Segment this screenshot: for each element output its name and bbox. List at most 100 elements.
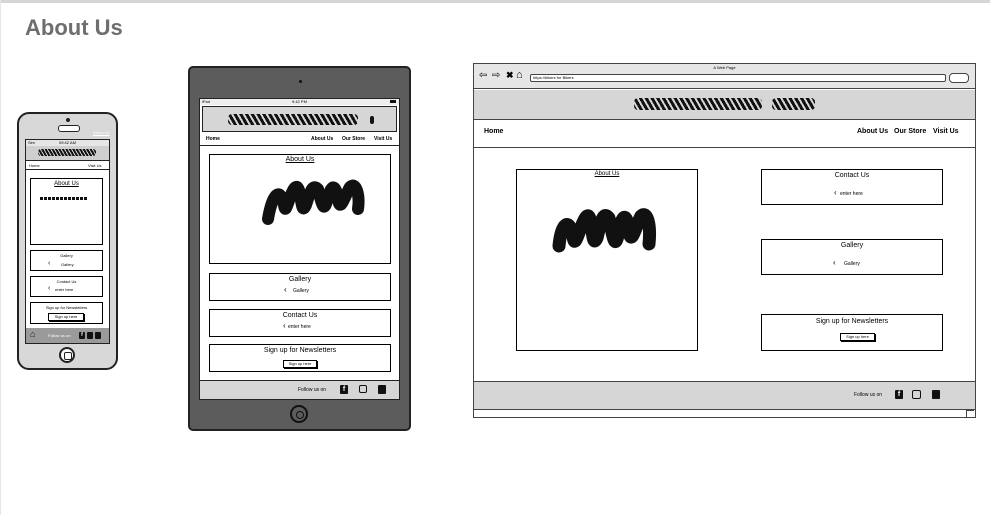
facebook-icon[interactable]: f: [340, 385, 348, 394]
browser-header-banner: [474, 90, 975, 120]
newsletter-title: Sign up for Newsletters: [45, 305, 88, 310]
nav-our-store[interactable]: Our Store: [342, 136, 365, 142]
status-carrier: Sim: [28, 140, 35, 145]
status-time: 09:42 AM: [59, 140, 76, 145]
about-scribble-image: [552, 208, 656, 253]
nav-visit-us[interactable]: Visit Us: [933, 128, 959, 135]
gallery-link[interactable]: Gallery: [293, 288, 309, 294]
tablet-mockup: iPad 9:42 PM Home About Us Our Store Vis…: [188, 66, 411, 431]
nav-home[interactable]: Home: [29, 163, 40, 168]
browser-about-card: About Us: [516, 169, 698, 351]
chevron-left-icon[interactable]: ‹: [283, 321, 286, 330]
instagram-icon[interactable]: [912, 390, 921, 399]
facebook-icon[interactable]: f: [895, 390, 903, 399]
twitter-icon[interactable]: [95, 332, 101, 339]
about-scribble: [40, 197, 88, 200]
phone-footer: ⌂ Follow us on f: [26, 328, 109, 343]
chevron-left-icon[interactable]: ‹: [284, 285, 287, 294]
gallery-title: Gallery: [840, 242, 864, 249]
phone-gallery-card: Gallery ‹ Gallery: [30, 250, 103, 271]
browser-newsletter-card: Sign up for Newsletters Sign up here: [761, 314, 943, 351]
instagram-icon[interactable]: [87, 332, 93, 339]
newsletter-button[interactable]: Sign up here: [283, 360, 317, 368]
phone-mockup: About Us Sim 09:42 AM Home Visit Us Abou…: [17, 112, 118, 370]
left-border: [0, 0, 1, 515]
tablet-footer: Follow us on f: [200, 380, 399, 399]
close-icon[interactable]: ✖: [506, 70, 514, 81]
phone-corner-link[interactable]: About Us: [93, 130, 109, 135]
phone-home-button[interactable]: [59, 347, 75, 363]
back-icon[interactable]: ⇦: [479, 70, 487, 81]
tablet-header-banner: [202, 106, 397, 132]
instagram-icon[interactable]: [359, 385, 367, 393]
status-time: 9:42 PM: [292, 99, 307, 104]
chevron-left-icon[interactable]: ‹: [833, 258, 836, 267]
twitter-icon[interactable]: [378, 385, 386, 394]
gallery-link[interactable]: Gallery: [844, 261, 860, 267]
twitter-icon[interactable]: [932, 390, 940, 399]
about-title[interactable]: About Us: [517, 171, 697, 177]
logo-scribble-end: [370, 116, 374, 124]
tablet-screen: iPad 9:42 PM Home About Us Our Store Vis…: [199, 98, 400, 400]
phone-contact-card: Contact Us ‹ enter here: [30, 276, 103, 297]
logo-scribble: [38, 149, 96, 156]
phone-about-card: About Us: [30, 178, 103, 245]
nav-visit-us[interactable]: Visit Us: [374, 136, 392, 142]
footer-text: Follow us on: [48, 333, 71, 338]
tablet-nav: Home About Us Our Store Visit Us: [200, 134, 399, 146]
newsletter-title: Sign up for Newsletters: [815, 318, 889, 325]
tablet-camera: [299, 80, 302, 83]
tablet-home-button[interactable]: [290, 405, 308, 423]
page-title: About Us: [25, 15, 123, 40]
nav-visit-us[interactable]: Visit Us: [88, 163, 101, 168]
chevron-left-icon[interactable]: ‹: [834, 188, 837, 197]
tablet-about-card: About Us: [209, 154, 391, 264]
about-title[interactable]: About Us: [210, 156, 390, 163]
nav-about-us[interactable]: About Us: [857, 128, 888, 135]
newsletter-title: Sign up for Newsletters: [263, 347, 337, 354]
nav-home[interactable]: Home: [206, 136, 220, 142]
footer-text: Follow us on: [854, 392, 883, 398]
newsletter-button[interactable]: Sign up here: [48, 313, 84, 321]
logo-scribble: [228, 114, 358, 125]
chevron-left-icon[interactable]: ‹: [48, 260, 50, 267]
browser-footer: Follow us on f: [474, 381, 975, 410]
nav-our-store[interactable]: Our Store: [894, 128, 926, 135]
url-bar[interactable]: https://bikers for Bikers: [530, 74, 946, 82]
home-icon[interactable]: ⌂: [30, 329, 35, 339]
home-icon[interactable]: ⌂: [516, 69, 523, 81]
gallery-title: Gallery: [60, 253, 73, 258]
contact-title: Contact Us: [834, 172, 870, 179]
newsletter-button[interactable]: Sign up here: [840, 333, 875, 341]
nav-about-us[interactable]: About Us: [311, 136, 333, 142]
tablet-contact-card: Contact Us ‹ enter here: [209, 309, 391, 337]
chevron-left-icon[interactable]: ‹: [48, 285, 50, 292]
tablet-newsletter-card: Sign up for Newsletters Sign up here: [209, 344, 391, 372]
battery-icon: [390, 100, 396, 103]
resize-handle[interactable]: [966, 410, 974, 417]
contact-title: Contact Us: [282, 312, 318, 319]
facebook-icon[interactable]: f: [79, 332, 85, 339]
footer-text: Follow us on: [298, 387, 327, 393]
window-title: A Web Page: [713, 65, 736, 70]
contact-link[interactable]: enter here: [55, 287, 73, 292]
browser-mockup: A Web Page ⇦ ⇨ ✖ ⌂ https://bikers for Bi…: [473, 63, 976, 418]
nav-home[interactable]: Home: [484, 128, 503, 135]
url-text: https://bikers for Bikers: [533, 75, 574, 80]
browser-contact-card: Contact Us ‹ enter here: [761, 169, 943, 205]
search-icon[interactable]: [949, 73, 969, 83]
about-title[interactable]: About Us: [31, 181, 102, 187]
contact-title: Contact Us: [56, 279, 77, 284]
phone-newsletter-card: Sign up for Newsletters Sign up here: [30, 302, 103, 324]
gallery-title: Gallery: [288, 276, 312, 283]
browser-gallery-card: Gallery ‹ Gallery: [761, 239, 943, 275]
tablet-status-bar: iPad 9:42 PM: [200, 99, 399, 105]
gallery-link[interactable]: Gallery: [61, 262, 74, 267]
forward-icon[interactable]: ⇨: [492, 70, 500, 81]
phone-screen: Sim 09:42 AM Home Visit Us About Us Gall…: [25, 139, 110, 344]
contact-link[interactable]: enter here: [288, 324, 311, 330]
phone-nav: Home Visit Us: [26, 162, 109, 170]
contact-link[interactable]: enter here: [840, 191, 863, 197]
browser-chrome: A Web Page ⇦ ⇨ ✖ ⌂ https://bikers for Bi…: [474, 64, 975, 89]
phone-header-banner: [26, 146, 109, 161]
